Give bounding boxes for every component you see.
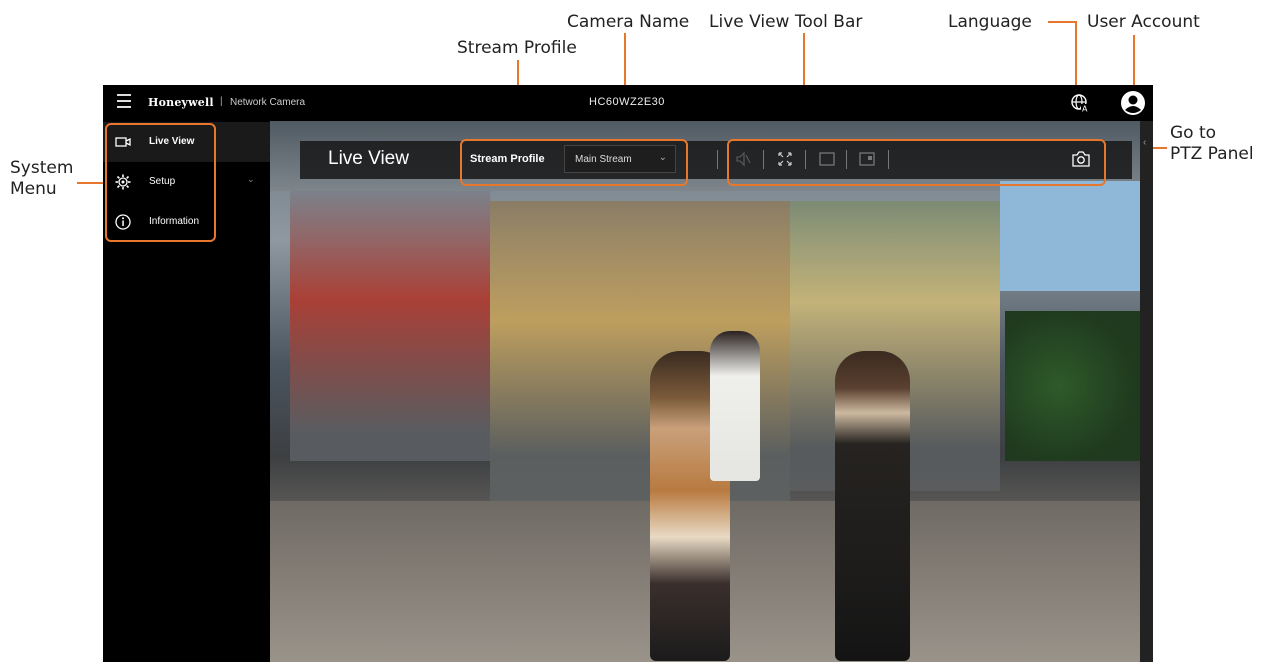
callout-live-view-tool-bar: Live View Tool Bar: [709, 12, 863, 32]
leader-camera-name: [624, 33, 626, 85]
user-account-icon[interactable]: [1120, 90, 1146, 116]
leader-language-h: [1048, 21, 1076, 23]
callout-language: Language: [948, 12, 1032, 32]
product-name: Network Camera: [230, 97, 306, 108]
chevron-down-icon: ⌄: [247, 174, 255, 184]
leader-language-v: [1075, 21, 1077, 85]
scene-glass-left: [290, 191, 490, 461]
ptz-panel-toggle[interactable]: [1140, 121, 1153, 662]
callout-camera-name: Camera Name: [567, 12, 690, 32]
callout-user-account: User Account: [1087, 12, 1200, 32]
highlight-system-menu: [105, 123, 216, 242]
scene-person-center: [710, 331, 760, 481]
page-title: Live View: [328, 148, 409, 169]
live-video-feed[interactable]: Live View Stream Profile Main Stream ⌄: [270, 121, 1140, 662]
callout-stream-profile: Stream Profile: [457, 38, 577, 58]
camera-name: HC60WZ2E30: [589, 96, 665, 108]
callout-system-menu: System Menu: [10, 158, 74, 199]
top-bar: Honeywell | Network Camera HC60WZ2E30 A: [103, 85, 1153, 121]
language-icon[interactable]: A: [1070, 93, 1090, 113]
brand-separator: |: [220, 96, 223, 107]
menu-icon[interactable]: [117, 94, 131, 108]
callout-ptz-panel: Go to PTZ Panel: [1170, 123, 1254, 164]
highlight-toolbar: [727, 139, 1106, 186]
toolbar-divider: [717, 150, 718, 169]
leader-user: [1133, 35, 1135, 85]
svg-text:A: A: [1082, 105, 1088, 114]
highlight-stream-profile: [460, 139, 688, 186]
chevron-left-icon[interactable]: ‹: [1143, 137, 1146, 148]
scene-sky: [1000, 181, 1140, 291]
scene-person-right: [835, 351, 910, 661]
scene-trees: [1005, 311, 1140, 461]
brand-logo: Honeywell: [148, 96, 214, 109]
